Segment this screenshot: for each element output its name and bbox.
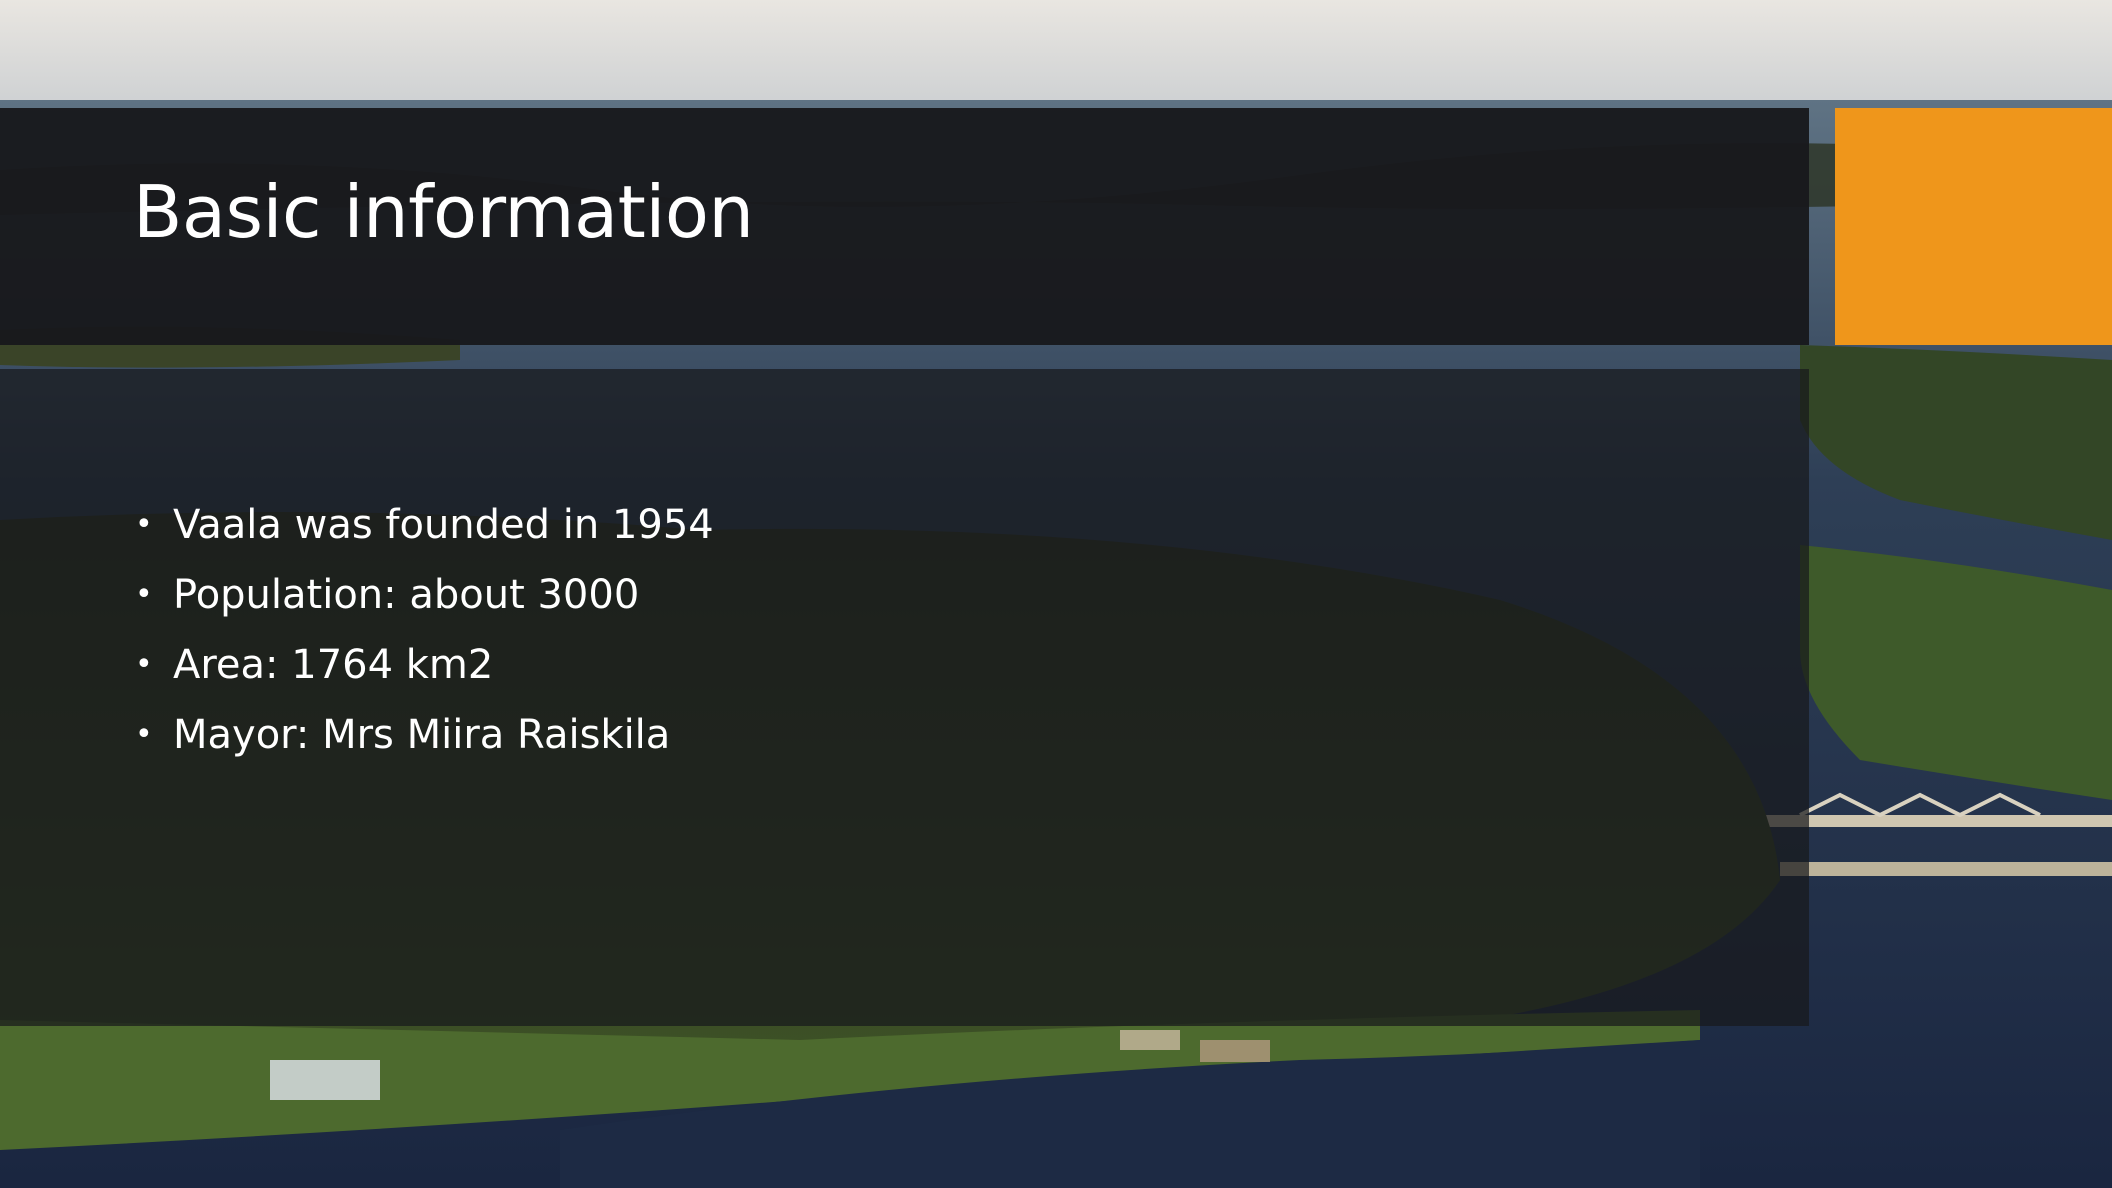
accent-block: [1835, 108, 2112, 345]
bullet-dot-icon: •: [135, 647, 153, 682]
bullet-dot-icon: •: [135, 577, 153, 612]
bullet-text: Area: 1764 km2: [173, 642, 494, 688]
slide: Basic information • Vaala was founded in…: [0, 0, 2112, 1188]
bullet-text: Population: about 3000: [173, 572, 640, 618]
bullet-dot-icon: •: [135, 717, 153, 752]
bullet-list: • Vaala was founded in 1954 • Population…: [133, 498, 714, 778]
bullet-item: • Area: 1764 km2: [133, 638, 714, 708]
bullet-item: • Mayor: Mrs Miira Raiskila: [133, 708, 714, 778]
bullet-item: • Vaala was founded in 1954: [133, 498, 714, 568]
bullet-text: Vaala was founded in 1954: [173, 502, 714, 548]
bullet-dot-icon: •: [135, 507, 153, 542]
slide-title: Basic information: [133, 170, 754, 254]
bullet-text: Mayor: Mrs Miira Raiskila: [173, 712, 671, 758]
bullet-item: • Population: about 3000: [133, 568, 714, 638]
